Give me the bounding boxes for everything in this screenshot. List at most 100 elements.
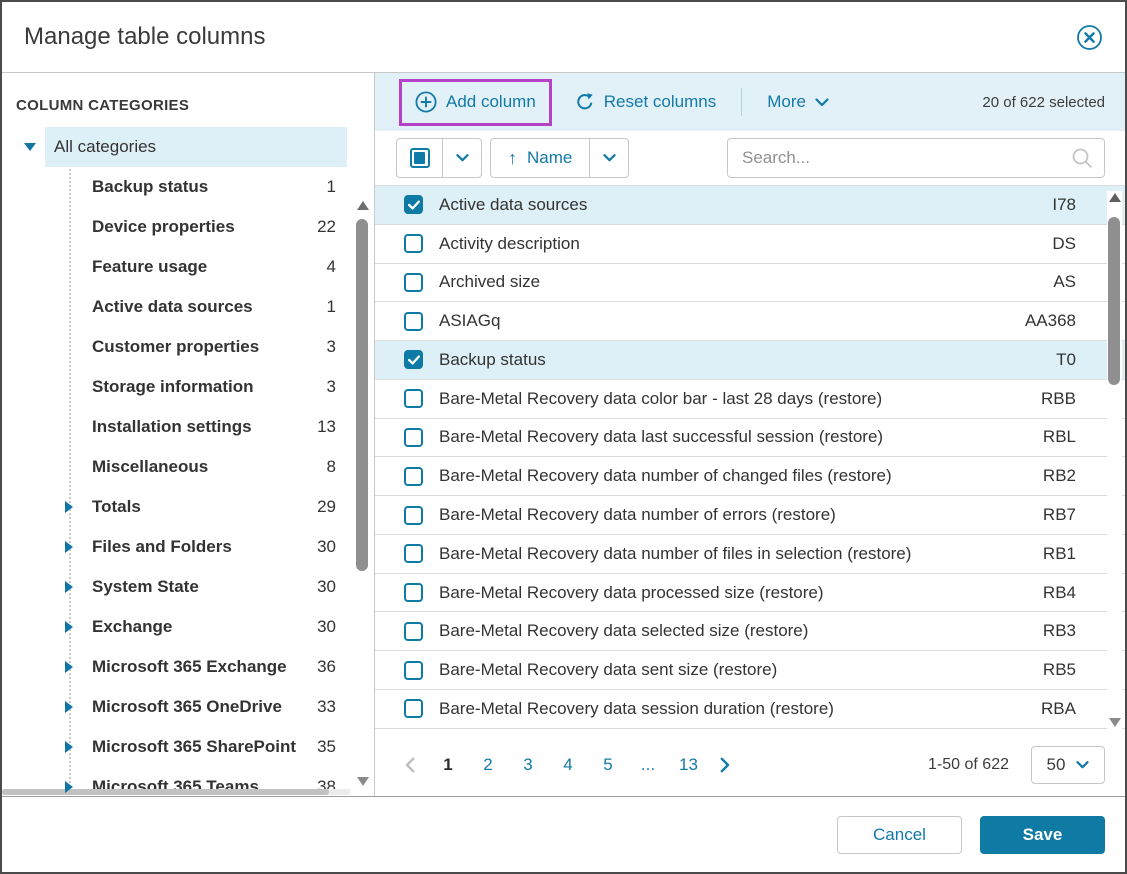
- category-item-active-data-sources[interactable]: Active data sources 1: [2, 287, 336, 327]
- page-1[interactable]: 1: [439, 755, 457, 775]
- category-count: 1: [327, 177, 336, 197]
- close-icon: [1076, 24, 1103, 51]
- row-checkbox[interactable]: [404, 273, 423, 292]
- prev-page-button[interactable]: [405, 757, 415, 773]
- expander-icon[interactable]: [65, 621, 73, 633]
- scroll-down-icon[interactable]: [1109, 718, 1121, 727]
- category-item-microsoft-365-sharepoint[interactable]: Microsoft 365 SharePoint 35: [2, 727, 336, 767]
- row-checkbox[interactable]: [404, 350, 423, 369]
- save-button[interactable]: Save: [980, 816, 1105, 854]
- column-code: AS: [1053, 272, 1076, 292]
- row-checkbox[interactable]: [404, 389, 423, 408]
- dialog-body: COLUMN CATEGORIES All categories Backup …: [2, 73, 1125, 796]
- table-scrollbar[interactable]: [1107, 191, 1122, 729]
- table-row-bare-metal-recovery-data-number-of-changed-files-restore[interactable]: Bare-Metal Recovery data number of chang…: [375, 457, 1125, 496]
- category-item-miscellaneous[interactable]: Miscellaneous 8: [2, 447, 336, 487]
- sort-menu-button[interactable]: [589, 139, 628, 177]
- row-checkbox[interactable]: [404, 544, 423, 563]
- category-item-system-state[interactable]: System State 30: [2, 567, 336, 607]
- category-item-all-categories[interactable]: All categories: [45, 127, 347, 167]
- table-row-archived-size[interactable]: Archived size AS: [375, 264, 1125, 303]
- page-4[interactable]: 4: [559, 755, 577, 775]
- scroll-down-icon[interactable]: [357, 777, 369, 786]
- category-item-backup-status[interactable]: Backup status 1: [2, 167, 336, 207]
- indeterminate-checkbox-icon: [410, 148, 430, 168]
- row-checkbox[interactable]: [404, 622, 423, 641]
- category-item-microsoft-365-exchange[interactable]: Microsoft 365 Exchange 36: [2, 647, 336, 687]
- row-checkbox[interactable]: [404, 467, 423, 486]
- category-count: 1: [327, 297, 336, 317]
- add-column-highlight-box: Add column: [399, 79, 552, 126]
- category-item-microsoft-365-onedrive[interactable]: Microsoft 365 OneDrive 33: [2, 687, 336, 727]
- more-button[interactable]: More: [767, 92, 829, 112]
- expander-icon[interactable]: [65, 541, 73, 553]
- reset-columns-button[interactable]: Reset columns: [575, 92, 716, 112]
- row-checkbox[interactable]: [404, 699, 423, 718]
- expander-icon[interactable]: [65, 501, 73, 513]
- add-column-button[interactable]: Add column: [415, 91, 536, 113]
- expander-icon[interactable]: [65, 741, 73, 753]
- expander-icon[interactable]: [65, 701, 73, 713]
- next-page-button[interactable]: [720, 757, 730, 773]
- row-checkbox[interactable]: [404, 428, 423, 447]
- search-input[interactable]: [727, 138, 1105, 178]
- select-all-checkbox[interactable]: [397, 139, 442, 177]
- page-2[interactable]: 2: [479, 755, 497, 775]
- row-checkbox[interactable]: [404, 506, 423, 525]
- scroll-up-icon[interactable]: [357, 201, 369, 210]
- category-item-totals[interactable]: Totals 29: [2, 487, 336, 527]
- table-row-activity-description[interactable]: Activity description DS: [375, 225, 1125, 264]
- category-count: 30: [317, 577, 336, 597]
- row-checkbox[interactable]: [404, 312, 423, 331]
- column-name: Bare-Metal Recovery data number of files…: [439, 544, 911, 564]
- expander-icon[interactable]: [65, 661, 73, 673]
- page-13[interactable]: 13: [679, 755, 698, 775]
- row-checkbox[interactable]: [404, 583, 423, 602]
- category-item-storage-information[interactable]: Storage information 3: [2, 367, 336, 407]
- category-item-exchange[interactable]: Exchange 30: [2, 607, 336, 647]
- category-item-files-and-folders[interactable]: Files and Folders 30: [2, 527, 336, 567]
- table-row-bare-metal-recovery-data-sent-size-restore[interactable]: Bare-Metal Recovery data sent size (rest…: [375, 651, 1125, 690]
- column-name: Backup status: [439, 350, 546, 370]
- table-row-bare-metal-recovery-data-selected-size-restore[interactable]: Bare-Metal Recovery data selected size (…: [375, 612, 1125, 651]
- expander-icon[interactable]: [24, 143, 36, 151]
- sidebar-scrollbar[interactable]: [355, 201, 370, 786]
- sidebar-horizontal-scrollbar-thumb[interactable]: [2, 789, 329, 795]
- table-row-bare-metal-recovery-data-color-bar-last-28-days-restore[interactable]: Bare-Metal Recovery data color bar - las…: [375, 380, 1125, 419]
- category-label: Customer properties: [92, 337, 259, 357]
- columns-table: Active data sources I78 Activity descrip…: [375, 185, 1125, 734]
- sidebar-scrollbar-thumb[interactable]: [356, 219, 368, 571]
- column-name: Bare-Metal Recovery data selected size (…: [439, 621, 808, 641]
- selection-menu-button[interactable]: [442, 139, 481, 177]
- expander-icon[interactable]: [65, 781, 73, 793]
- category-item-feature-usage[interactable]: Feature usage 4: [2, 247, 336, 287]
- table-row-bare-metal-recovery-data-last-successful-session-restore[interactable]: Bare-Metal Recovery data last successful…: [375, 419, 1125, 458]
- expander-icon[interactable]: [65, 581, 73, 593]
- sidebar: COLUMN CATEGORIES All categories Backup …: [2, 73, 375, 796]
- sidebar-horizontal-scrollbar[interactable]: [2, 789, 350, 795]
- column-code: RBA: [1041, 699, 1076, 719]
- table-row-bare-metal-recovery-data-number-of-errors-restore[interactable]: Bare-Metal Recovery data number of error…: [375, 496, 1125, 535]
- scroll-up-icon[interactable]: [1109, 193, 1121, 202]
- close-button[interactable]: [1075, 23, 1103, 51]
- category-item-customer-properties[interactable]: Customer properties 3: [2, 327, 336, 367]
- page-ellipsis[interactable]: ...: [639, 755, 657, 775]
- table-row-asiagq[interactable]: ASIAGq AA368: [375, 302, 1125, 341]
- page-3[interactable]: 3: [519, 755, 537, 775]
- category-item-installation-settings[interactable]: Installation settings 13: [2, 407, 336, 447]
- page-size-select[interactable]: 50: [1031, 746, 1105, 784]
- sort-button[interactable]: ↑ Name: [491, 139, 589, 177]
- table-scrollbar-thumb[interactable]: [1108, 217, 1120, 385]
- row-checkbox[interactable]: [404, 661, 423, 680]
- search-icon: [1071, 147, 1093, 169]
- category-item-device-properties[interactable]: Device properties 22: [2, 207, 336, 247]
- table-row-bare-metal-recovery-data-number-of-files-in-selection-restore[interactable]: Bare-Metal Recovery data number of files…: [375, 535, 1125, 574]
- cancel-button[interactable]: Cancel: [837, 816, 962, 854]
- page-5[interactable]: 5: [599, 755, 617, 775]
- table-row-bare-metal-recovery-data-processed-size-restore[interactable]: Bare-Metal Recovery data processed size …: [375, 574, 1125, 613]
- table-row-active-data-sources[interactable]: Active data sources I78: [375, 186, 1125, 225]
- table-row-bare-metal-recovery-data-session-duration-restore[interactable]: Bare-Metal Recovery data session duratio…: [375, 690, 1125, 729]
- row-checkbox[interactable]: [404, 234, 423, 253]
- row-checkbox[interactable]: [404, 195, 423, 214]
- table-row-backup-status[interactable]: Backup status T0: [375, 341, 1125, 380]
